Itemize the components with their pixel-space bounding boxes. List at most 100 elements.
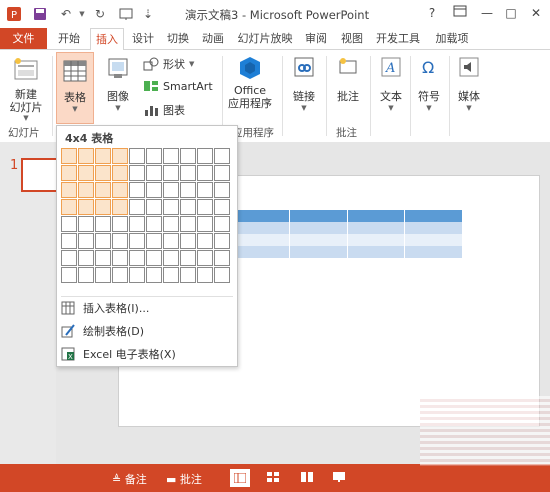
grid-cell[interactable]	[146, 250, 162, 266]
grid-cell[interactable]	[112, 267, 128, 283]
media-button[interactable]: 媒体 ▼	[452, 56, 486, 112]
tab-animations[interactable]: 动画	[198, 28, 228, 49]
tab-addins[interactable]: 加载项	[430, 28, 474, 49]
normal-view-icon[interactable]	[230, 469, 250, 487]
grid-cell[interactable]	[61, 233, 77, 249]
grid-cell[interactable]	[95, 148, 111, 164]
grid-cell[interactable]	[197, 267, 213, 283]
comment-button[interactable]: 批注	[330, 56, 366, 104]
grid-cell[interactable]	[180, 182, 196, 198]
grid-cell[interactable]	[214, 216, 230, 232]
office-apps-button[interactable]: Office 应用程序	[225, 56, 275, 110]
grid-cell[interactable]	[129, 165, 145, 181]
grid-cell[interactable]	[163, 250, 179, 266]
grid-cell[interactable]	[112, 233, 128, 249]
grid-cell[interactable]	[95, 250, 111, 266]
tab-view[interactable]: 视图	[337, 28, 367, 49]
grid-cell[interactable]	[112, 199, 128, 215]
grid-cell[interactable]	[163, 233, 179, 249]
grid-cell[interactable]	[214, 148, 230, 164]
excel-spreadsheet-menu-item[interactable]: X Excel 电子表格(X)	[61, 344, 233, 364]
slideshow-view-icon[interactable]	[330, 469, 348, 485]
slide-sorter-view-icon[interactable]	[264, 469, 282, 485]
grid-cell[interactable]	[61, 267, 77, 283]
draw-table-menu-item[interactable]: 绘制表格(D)	[61, 321, 233, 341]
grid-cell[interactable]	[129, 148, 145, 164]
grid-cell[interactable]	[61, 182, 77, 198]
tab-home[interactable]: 开始	[54, 28, 84, 49]
minimize-button[interactable]: —	[477, 4, 497, 22]
help-button[interactable]: ?	[422, 4, 442, 22]
grid-cell[interactable]	[112, 250, 128, 266]
grid-cell[interactable]	[78, 199, 94, 215]
grid-cell[interactable]	[180, 267, 196, 283]
grid-cell[interactable]	[197, 199, 213, 215]
grid-cell[interactable]	[129, 182, 145, 198]
grid-cell[interactable]	[180, 216, 196, 232]
grid-cell[interactable]	[61, 165, 77, 181]
grid-cell[interactable]	[129, 267, 145, 283]
grid-cell[interactable]	[214, 165, 230, 181]
shapes-button[interactable]: 形状 ▼	[143, 56, 194, 72]
grid-cell[interactable]	[95, 182, 111, 198]
grid-cell[interactable]	[214, 199, 230, 215]
grid-cell[interactable]	[163, 267, 179, 283]
grid-cell[interactable]	[146, 182, 162, 198]
grid-cell[interactable]	[146, 216, 162, 232]
tab-insert[interactable]: 插入	[90, 28, 124, 50]
grid-cell[interactable]	[61, 250, 77, 266]
tab-transitions[interactable]: 切换	[163, 28, 193, 49]
grid-cell[interactable]	[95, 165, 111, 181]
grid-cell[interactable]	[129, 216, 145, 232]
maximize-button[interactable]: □	[501, 4, 521, 22]
grid-cell[interactable]	[61, 148, 77, 164]
slide-thumbnail[interactable]	[21, 158, 61, 192]
grid-cell[interactable]	[146, 267, 162, 283]
table-size-grid[interactable]	[61, 148, 233, 283]
grid-cell[interactable]	[197, 165, 213, 181]
table-button[interactable]: 表格 ▼	[56, 52, 94, 124]
grid-cell[interactable]	[214, 182, 230, 198]
grid-cell[interactable]	[197, 250, 213, 266]
grid-cell[interactable]	[112, 165, 128, 181]
grid-cell[interactable]	[197, 216, 213, 232]
start-from-beginning-icon[interactable]	[118, 6, 134, 22]
grid-cell[interactable]	[129, 250, 145, 266]
notes-button[interactable]: ≜ 备注	[112, 471, 147, 487]
comments-button[interactable]: ▬ 批注	[166, 471, 202, 487]
grid-cell[interactable]	[78, 233, 94, 249]
text-button[interactable]: A 文本 ▼	[374, 56, 408, 112]
links-button[interactable]: 链接 ▼	[286, 56, 322, 112]
grid-cell[interactable]	[78, 165, 94, 181]
grid-cell[interactable]	[95, 216, 111, 232]
image-button[interactable]: 图像 ▼	[100, 56, 136, 112]
slide-table-preview[interactable]	[232, 210, 462, 258]
grid-cell[interactable]	[95, 199, 111, 215]
grid-cell[interactable]	[112, 148, 128, 164]
grid-cell[interactable]	[129, 199, 145, 215]
grid-cell[interactable]	[180, 233, 196, 249]
grid-cell[interactable]	[112, 216, 128, 232]
grid-cell[interactable]	[163, 148, 179, 164]
grid-cell[interactable]	[112, 182, 128, 198]
tab-review[interactable]: 审阅	[301, 28, 331, 49]
reading-view-icon[interactable]	[298, 469, 316, 485]
grid-cell[interactable]	[129, 233, 145, 249]
grid-cell[interactable]	[78, 267, 94, 283]
new-slide-button[interactable]: 新建 幻灯片 ▼	[4, 56, 48, 122]
grid-cell[interactable]	[61, 216, 77, 232]
symbol-button[interactable]: Ω 符号 ▼	[412, 56, 446, 112]
chart-button[interactable]: 图表	[143, 102, 185, 118]
redo-icon[interactable]: ↻	[92, 6, 108, 22]
grid-cell[interactable]	[214, 250, 230, 266]
grid-cell[interactable]	[197, 182, 213, 198]
grid-cell[interactable]	[78, 250, 94, 266]
tab-file[interactable]: 文件	[0, 28, 47, 49]
smartart-button[interactable]: SmartArt	[143, 79, 213, 93]
grid-cell[interactable]	[78, 148, 94, 164]
undo-icon[interactable]: ↶	[58, 6, 74, 22]
grid-cell[interactable]	[95, 267, 111, 283]
grid-cell[interactable]	[95, 233, 111, 249]
tab-design[interactable]: 设计	[128, 28, 158, 49]
grid-cell[interactable]	[163, 182, 179, 198]
